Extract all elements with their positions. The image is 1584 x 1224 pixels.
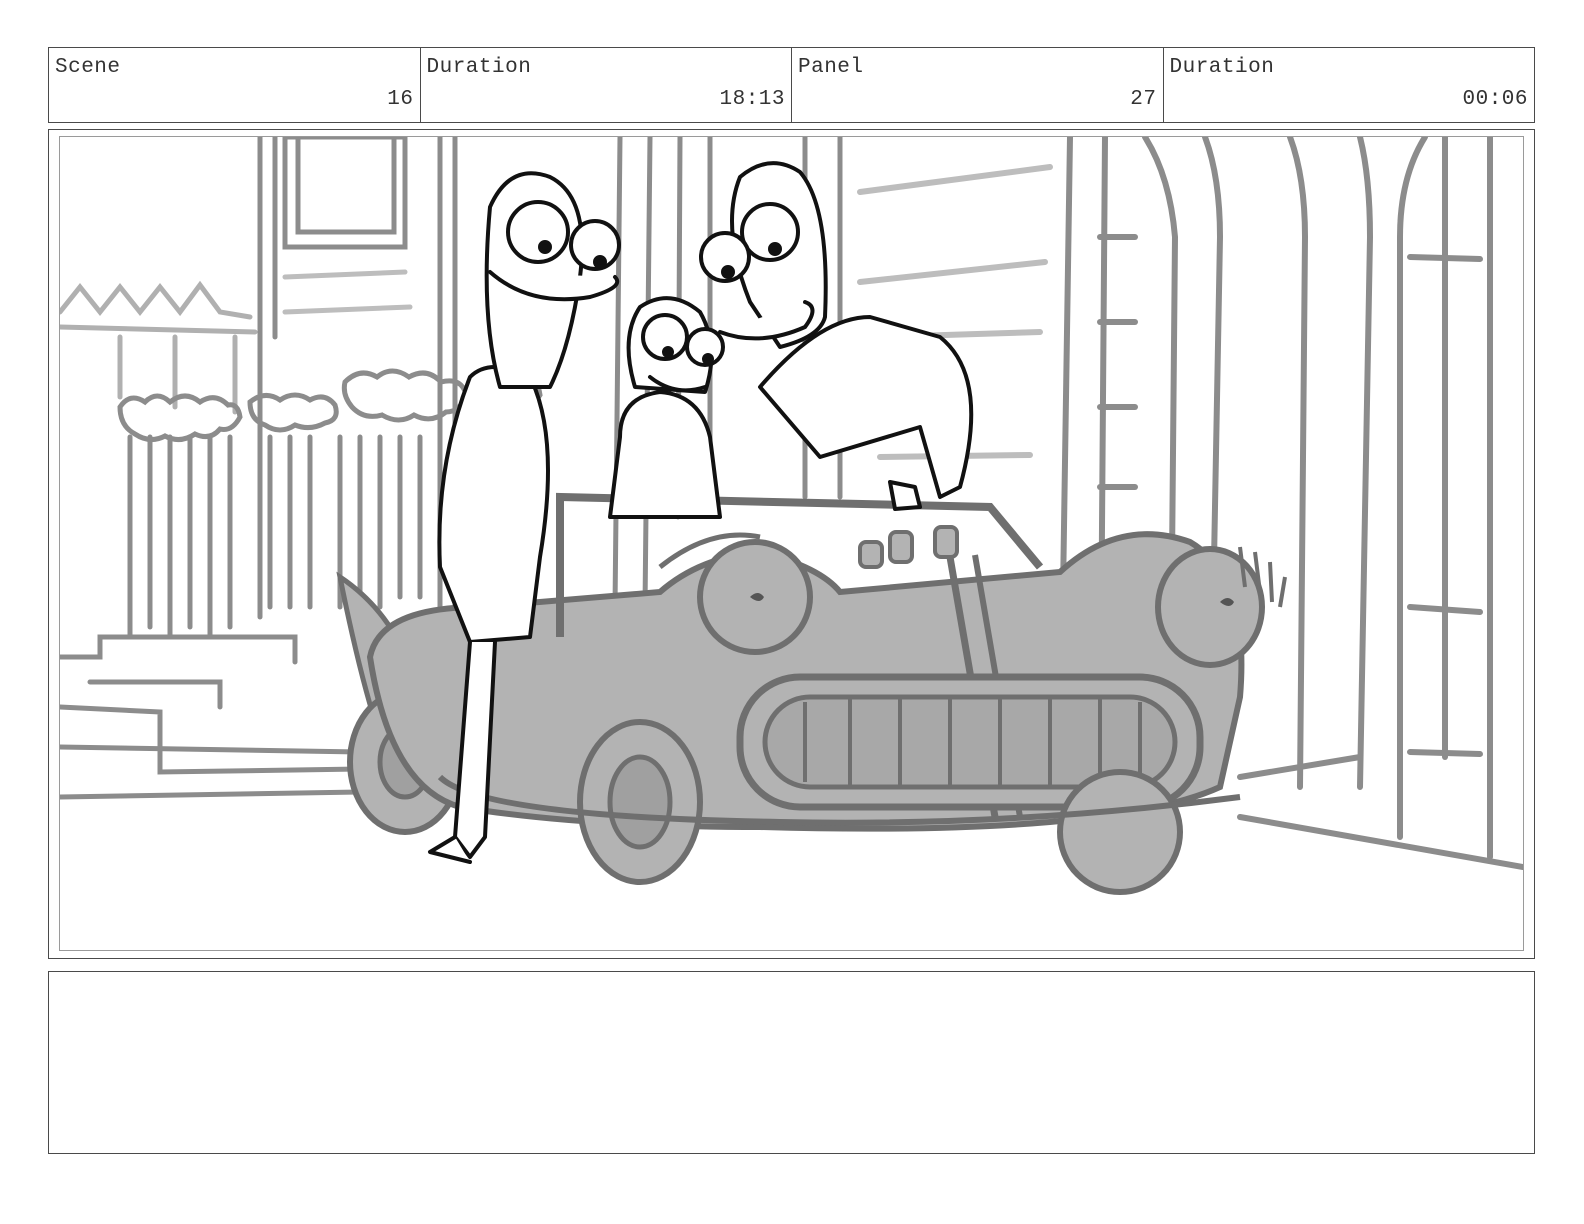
storyboard-header: Scene 16 Duration 18:13 Panel 27 Duratio… [48,47,1535,123]
scene-value: 16 [387,88,414,111]
panel-label: Panel [798,56,864,79]
scene-duration-cell: Duration 18:13 [421,48,792,122]
panel-frame [48,129,1535,959]
notes-box [48,971,1535,1154]
panel-duration-cell: Duration 00:06 [1164,48,1535,122]
panel-duration-value: 00:06 [1462,88,1528,111]
panel-duration-label: Duration [1169,56,1275,79]
scene-label: Scene [55,56,121,79]
panel-value: 27 [1130,88,1157,111]
panel-cell: Panel 27 [792,48,1164,122]
scene-duration-value: 18:13 [719,88,785,111]
scene-duration-label: Duration [426,56,532,79]
storyboard-sketch [60,137,1523,895]
panel-image [59,136,1524,951]
scene-cell: Scene 16 [49,48,421,122]
